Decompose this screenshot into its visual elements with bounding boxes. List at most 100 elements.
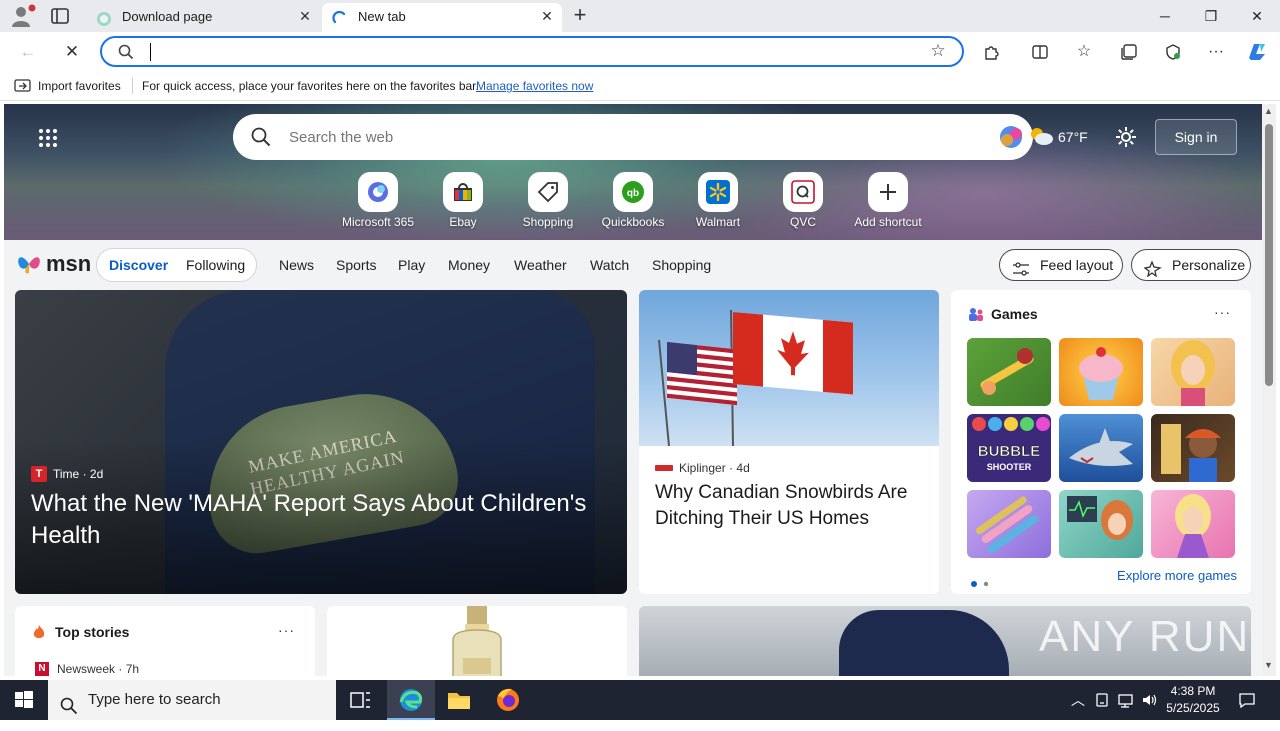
profile-icon[interactable] — [8, 3, 36, 29]
top-stories-title: Top stories — [55, 624, 130, 640]
walmart-icon — [698, 172, 738, 212]
story-card[interactable]: Kiplinger · 4d Why Canadian Snowbirds Ar… — [639, 290, 939, 594]
shortcut-qvc[interactable]: QVC — [760, 172, 846, 232]
game-tile-dress-up[interactable] — [1151, 490, 1235, 558]
extensions-icon[interactable] — [980, 40, 1004, 64]
nav-watch[interactable]: Watch — [590, 248, 629, 282]
address-input[interactable] — [148, 42, 908, 62]
shortcut-ebay[interactable]: Ebay — [420, 172, 506, 232]
game-tile-makeup-brushes[interactable] — [967, 490, 1051, 558]
story-age: 2d — [89, 467, 104, 481]
story-headline[interactable]: Why Canadian Snowbirds Are Ditching Thei… — [655, 480, 925, 532]
story-image — [639, 290, 939, 447]
apps-launcher-icon[interactable] — [38, 128, 58, 148]
nav-news[interactable]: News — [279, 248, 314, 282]
shortcut-label: QVC — [789, 215, 816, 229]
device-icon[interactable] — [1092, 690, 1112, 710]
copilot-icon[interactable] — [997, 124, 1025, 150]
carousel-dots[interactable] — [971, 575, 995, 587]
collections-icon[interactable] — [1117, 40, 1141, 64]
game-tile-shark[interactable] — [1059, 414, 1143, 482]
web-search-input[interactable] — [289, 126, 929, 148]
restore-button[interactable]: ❐ — [1188, 0, 1234, 32]
stop-loading-button[interactable]: ✕ — [58, 38, 86, 66]
tab-following[interactable]: Following — [186, 249, 245, 281]
games-icon — [967, 306, 985, 322]
split-screen-icon[interactable] — [1028, 40, 1052, 64]
settings-gear-icon[interactable] — [1114, 125, 1138, 149]
favorites-icon[interactable]: ☆ — [1072, 40, 1096, 64]
manage-favorites-link[interactable]: Manage favorites now — [476, 78, 593, 94]
feed-layout-button[interactable]: Feed layout — [999, 249, 1123, 281]
firefox-icon[interactable] — [484, 680, 532, 720]
nav-weather[interactable]: Weather — [514, 248, 567, 282]
game-tile-fashion-doll[interactable] — [1151, 338, 1235, 406]
browser-essentials-icon[interactable] — [1161, 40, 1185, 64]
taskbar-search-box[interactable]: Type here to search — [48, 680, 336, 720]
personalize-button[interactable]: Personalize — [1131, 249, 1251, 281]
task-view-icon[interactable] — [336, 680, 384, 720]
scrollbar-thumb[interactable] — [1265, 124, 1273, 386]
msn-logo-text: msn — [46, 251, 92, 276]
more-options-icon[interactable]: ··· — [1214, 304, 1231, 320]
shortcut-label: Add shortcut — [854, 215, 922, 229]
close-window-button[interactable]: ✕ — [1234, 0, 1280, 32]
nav-shopping[interactable]: Shopping — [652, 248, 711, 282]
scroll-up-arrow-icon[interactable]: ▲ — [1264, 106, 1273, 116]
nav-play[interactable]: Play — [398, 248, 425, 282]
game-tile-hospital[interactable] — [1059, 490, 1143, 558]
msn-logo[interactable]: msn — [16, 250, 91, 278]
vertical-scrollbar[interactable]: ▲ ▼ — [1262, 104, 1276, 676]
weather-widget[interactable]: 67°F — [1028, 126, 1088, 148]
shortcut-microsoft-365[interactable]: Microsoft 365 — [335, 172, 421, 232]
game-tile-bubble-shooter[interactable]: BUBBLE SHOOTER — [967, 414, 1051, 482]
game-tile-escape-door[interactable] — [1151, 414, 1235, 482]
tab-download-page[interactable]: Download page ✕ — [86, 3, 320, 32]
feed-layout-label: Feed layout — [1040, 257, 1114, 273]
shortcut-walmart[interactable]: Walmart — [675, 172, 761, 232]
scroll-down-arrow-icon[interactable]: ▼ — [1264, 660, 1273, 670]
more-menu-icon[interactable]: ··· — [1204, 40, 1228, 64]
notifications-icon[interactable] — [1236, 690, 1258, 710]
address-bar[interactable]: ☆ — [100, 36, 964, 67]
close-icon[interactable]: ✕ — [298, 9, 312, 23]
copilot-icon[interactable] — [1245, 40, 1269, 64]
system-clock[interactable]: 4:38 PM 5/25/2025 — [1160, 683, 1226, 717]
web-search-box[interactable] — [233, 114, 1033, 160]
favorite-star-icon[interactable]: ☆ — [928, 41, 948, 61]
volume-icon[interactable] — [1140, 690, 1160, 710]
minimize-button[interactable]: ─ — [1142, 0, 1188, 32]
game-tile-cupcake[interactable] — [1059, 338, 1143, 406]
explore-more-games-link[interactable]: Explore more games — [1117, 568, 1237, 583]
quickbooks-icon: qb — [613, 172, 653, 212]
import-favorites-button[interactable]: Import favorites — [14, 78, 121, 94]
game-tile-puzzle-rescue[interactable] — [967, 338, 1051, 406]
games-title: Games — [991, 306, 1038, 322]
fire-icon — [31, 624, 47, 640]
shortcut-quickbooks[interactable]: qb Quickbooks — [590, 172, 676, 232]
file-explorer-icon[interactable] — [435, 680, 483, 720]
tab-new-tab[interactable]: New tab ✕ — [322, 3, 562, 32]
shortcut-add[interactable]: Add shortcut — [845, 172, 931, 232]
story-headline[interactable]: What the New 'MAHA' Report Says About Ch… — [31, 488, 621, 552]
tab-discover[interactable]: Discover — [109, 249, 168, 281]
show-hidden-icons-chevron-icon[interactable]: ︿ — [1068, 690, 1088, 710]
story-card[interactable] — [327, 606, 627, 676]
tab-actions-icon[interactable] — [50, 7, 70, 25]
edge-taskbar-icon[interactable] — [387, 680, 435, 720]
network-icon[interactable] — [1116, 690, 1136, 710]
more-options-icon[interactable]: ··· — [278, 622, 295, 638]
shortcut-shopping[interactable]: Shopping — [505, 172, 591, 232]
favorites-bar: Import favorites For quick access, place… — [0, 72, 1280, 101]
new-tab-button[interactable]: + — [568, 4, 592, 27]
story-card[interactable]: ANY RUN — [639, 606, 1251, 676]
start-button[interactable] — [0, 680, 48, 720]
msn-butterfly-icon — [16, 253, 42, 275]
microsoft-365-icon — [358, 172, 398, 212]
nav-sports[interactable]: Sports — [336, 248, 376, 282]
sign-in-button[interactable]: Sign in — [1155, 119, 1237, 155]
nav-money[interactable]: Money — [448, 248, 490, 282]
lead-story-card[interactable]: MAKE AMERICA HEALTHY AGAIN T Time · 2d W… — [15, 290, 627, 594]
close-icon[interactable]: ✕ — [540, 9, 554, 23]
back-button[interactable]: ← — [14, 38, 42, 66]
